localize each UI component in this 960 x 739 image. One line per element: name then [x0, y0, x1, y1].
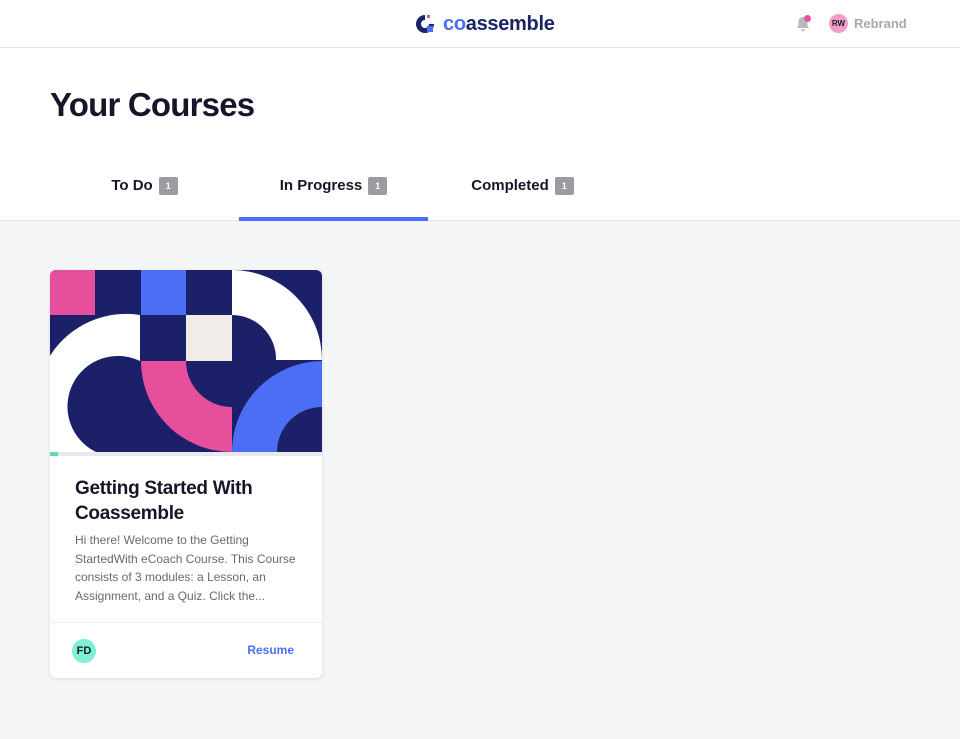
tab-to-do[interactable]: To Do 1 [50, 158, 239, 220]
notification-dot [804, 15, 811, 22]
course-description: Hi there! Welcome to the Getting Started… [75, 533, 296, 603]
logo-mark-icon [416, 15, 434, 33]
tab-in-progress[interactable]: In Progress 1 [239, 158, 428, 221]
tab-completed-label: Completed [471, 177, 549, 194]
logo-wordmark-co: co [443, 12, 466, 35]
course-card[interactable]: Getting Started With Coassemble Hi there… [50, 270, 322, 678]
author-avatar: FD [72, 639, 96, 663]
top-bar: coassemble RW Rebrand [0, 0, 960, 48]
course-title[interactable]: Getting Started With Coassemble [75, 476, 305, 526]
courses-header: Your Courses To Do 1 In Progress 1 Compl… [0, 48, 960, 221]
course-progress-bar [50, 452, 322, 456]
tab-in-progress-label: In Progress [279, 177, 363, 194]
page-title: Your Courses [50, 86, 255, 123]
tab-to-do-count-badge: 1 [158, 177, 178, 195]
tab-completed-count-badge: 1 [554, 177, 574, 195]
logo-wordmark: coassemble [443, 13, 555, 36]
tab-in-progress-count-badge: 1 [368, 177, 388, 195]
user-avatar[interactable]: RW [829, 14, 848, 33]
logo-wordmark-rest: assemble [465, 12, 555, 35]
course-card-footer: FD Resume [50, 622, 322, 678]
user-name[interactable]: Rebrand [854, 16, 907, 31]
resume-button[interactable]: Resume [247, 643, 294, 657]
tab-completed[interactable]: Completed 1 [428, 158, 617, 220]
course-cover-image [50, 270, 322, 452]
course-progress-fill [50, 452, 59, 456]
coassemble-logo[interactable]: coassemble [413, 10, 555, 38]
tab-to-do-label: To Do [111, 177, 153, 194]
